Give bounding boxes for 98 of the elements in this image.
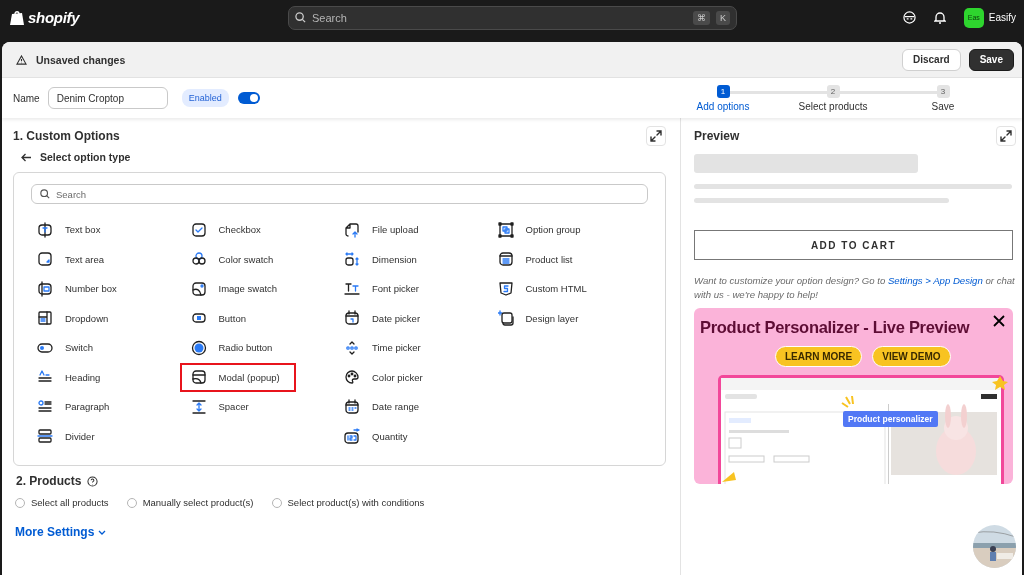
option-type-item[interactable]: Design layer [486,303,603,333]
chevron-down-icon [98,529,107,535]
step-label[interactable]: Select products [798,100,868,112]
radio-button-icon [190,339,207,356]
design-layer-icon [497,310,514,327]
warning-icon [16,54,27,65]
option-type-item[interactable]: Divider [26,421,142,451]
product-list-icon [497,251,514,268]
brand-name: shopify [28,9,80,26]
help-text: Want to customize your option design? Go to Settings > App Design or chat with us - we're happy to help! [694,274,1016,302]
expand-button[interactable] [646,126,666,146]
dropdown-icon [37,310,53,327]
status-badge: Enabled [181,89,229,107]
image-swatch-icon [190,280,207,297]
paragraph-icon [37,398,53,415]
back-label: Select option type [40,151,131,163]
text-box-icon [37,221,53,238]
feature-tag: Product personalizer [843,411,938,427]
option-type-item[interactable]: Image swatch [179,274,296,304]
font-picker-icon [344,280,360,297]
number-box-icon [37,280,53,297]
enabled-toggle[interactable] [237,92,260,104]
step-number: 2 [826,84,840,98]
step-number: 3 [936,84,950,98]
option-type-item[interactable]: Date range [333,392,449,422]
name-field[interactable]: Denim Croptop [47,87,168,109]
banner-button[interactable]: LEARN MORE [775,346,863,367]
option-group-icon [497,221,514,238]
option-type-item[interactable]: Switch [26,333,142,363]
search-icon [295,12,306,23]
add-to-cart-button[interactable]: ADD TO CART [694,230,1013,260]
radio-label[interactable]: Manually select product(s) [142,497,254,508]
option-type-item[interactable]: Text area [26,244,142,274]
option-type-item[interactable]: Dropdown [26,303,142,333]
preview-title: Preview [694,129,740,143]
option-type-item[interactable]: Time picker [333,333,449,363]
shopping-bag-icon [10,9,24,26]
option-type-item[interactable]: Number box [26,274,142,304]
shield-icon [497,280,514,297]
option-type-item[interactable]: Modal (popup) [179,362,296,392]
discard-button[interactable]: Discard [901,48,961,71]
spacer-icon [190,398,207,415]
radio-label[interactable]: Select all products [31,497,109,508]
file-upload-icon [344,221,360,238]
modal-icon [190,369,207,386]
option-type-item[interactable]: Spacer [179,392,296,422]
shortcut-key: K [716,10,730,25]
banner-title: Product Personalizer - Live Preview [700,318,970,337]
calendar-icon [344,398,360,415]
time-picker-icon [344,339,360,356]
step-number: 1 [716,84,730,98]
section-title: 1. Custom Options [13,129,120,143]
banner-button[interactable]: VIEW DEMO [872,346,951,367]
settings-link[interactable]: Settings > App Design [887,275,983,286]
checkbox-icon [190,221,207,238]
option-type-item[interactable]: Button [179,303,296,333]
text-area-icon [37,251,53,268]
option-type-item[interactable]: Option group [486,215,603,245]
option-type-item[interactable]: Radio button [179,333,296,363]
option-type-item[interactable]: Color swatch [179,244,296,274]
option-type-item[interactable]: Heading [26,362,142,392]
save-button[interactable]: Save [968,48,1014,71]
expand-button[interactable] [996,126,1016,146]
shortcut-key: ⌘ [693,10,710,25]
option-type-item[interactable]: Dimension [333,244,449,274]
option-type-item[interactable]: Text box [26,215,142,245]
radio-label[interactable]: Select product(s) with conditions [287,497,425,508]
unsaved-title: Unsaved changes [36,53,126,66]
back-arrow-icon[interactable] [21,152,32,162]
option-type-item[interactable]: Checkbox [179,215,296,245]
more-settings-link[interactable]: More Settings [15,525,107,539]
calendar-icon [344,310,360,327]
option-type-item[interactable]: Color picker [333,362,449,392]
section-title: 2. Products [16,474,82,488]
bell-icon[interactable] [933,11,946,24]
option-type-item[interactable]: Font picker [333,274,449,304]
color-swatch-icon [190,251,207,268]
option-type-item[interactable]: Paragraph [26,392,142,422]
step-label[interactable]: Save [931,100,955,112]
promo-banner[interactable]: Product Personalizer - Live Preview LEARN MORE VIEW DEMO Product personalizer [694,308,1013,484]
option-type-item[interactable]: File upload [333,215,449,245]
search-field[interactable]: Search [31,184,648,204]
store-name[interactable]: Easify [988,12,1016,23]
account-icon[interactable] [902,11,916,24]
step-label[interactable]: Add options [696,100,750,112]
option-type-item[interactable]: Quantity [333,421,449,451]
close-icon[interactable] [993,315,1005,327]
option-type-item[interactable]: Product list [486,244,603,274]
palette-icon [344,369,360,386]
quantity-icon [344,428,360,445]
name-label: Name [13,92,40,104]
divider-icon [37,428,53,445]
search-field[interactable]: Search ⌘ K [288,5,737,30]
option-type-item[interactable]: Custom HTML [486,274,603,304]
option-type-item[interactable]: Date picker [333,303,449,333]
help-icon[interactable] [87,475,99,487]
dimension-icon [344,251,360,268]
search-icon [40,189,50,199]
